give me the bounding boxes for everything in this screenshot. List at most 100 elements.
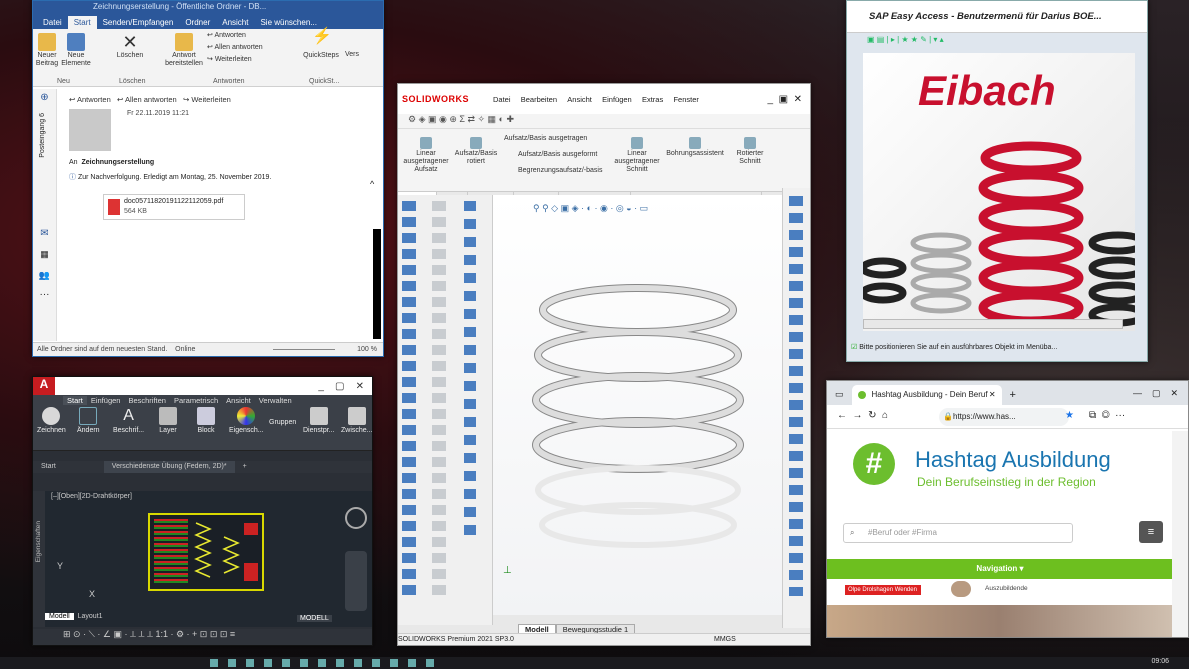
sap-toolbar[interactable]: ▣ ▤ | ▸ | ★ ★ ✎ | ▾ ▴ xyxy=(867,35,944,44)
new-post-button[interactable]: Neuer Beitrag xyxy=(35,31,59,68)
spring-sketch xyxy=(194,522,258,581)
viewport-label[interactable]: [–][Oben][2D-Drahtkörper] xyxy=(51,493,132,500)
modify-button[interactable]: Ändern xyxy=(77,407,100,434)
taskbar-app-icons[interactable] xyxy=(210,659,440,667)
reply-post-button[interactable]: Antwort bereitstellen xyxy=(163,31,205,68)
menu-einfuegen[interactable]: Einfügen xyxy=(602,95,632,104)
tab-ansicht[interactable]: Ansicht xyxy=(216,16,254,29)
close-tab-icon[interactable]: ✕ xyxy=(989,385,996,405)
quicksteps-button[interactable]: ⚡ QuickSteps xyxy=(301,29,341,60)
new-tab-icon[interactable]: + xyxy=(235,461,255,473)
menu-ansicht[interactable]: Ansicht xyxy=(567,95,592,104)
tab-senden[interactable]: Senden/Empfangen xyxy=(97,16,180,29)
edge-window-controls[interactable]: — ▢ ✕ xyxy=(1133,388,1178,399)
zoom-slider[interactable] xyxy=(273,349,335,350)
revolve-icon xyxy=(470,137,482,149)
lofted-boss-button[interactable]: Aufsatz/Basis ausgeformt xyxy=(518,151,597,159)
edge-scrollbar[interactable] xyxy=(1172,431,1188,637)
navigation-bar[interactable]: Navigation ▾ xyxy=(827,559,1173,579)
groups-button[interactable]: Gruppen xyxy=(269,419,296,426)
more-icon[interactable]: ··· xyxy=(33,289,56,300)
swept-boss-button[interactable]: Aufsatz/Basis ausgetragen xyxy=(504,135,587,143)
clipboard-button[interactable]: Zwische... xyxy=(341,407,372,434)
feature-icons-col1[interactable] xyxy=(402,201,416,601)
calendar-icon[interactable]: ▦ xyxy=(33,249,56,260)
eibach-springs-image: Eibach xyxy=(859,53,1147,331)
revolve-boss-button[interactable]: Aufsatz/Basis rotiert xyxy=(454,135,498,166)
toolbar-icons[interactable]: ⧉ ◎ ··· xyxy=(1089,410,1125,421)
forward-button[interactable]: ↪ Weiterleiten xyxy=(207,56,252,64)
tab-model[interactable]: Modell xyxy=(45,613,74,620)
reply-all-button[interactable]: ↩ Allen antworten xyxy=(207,44,263,52)
sap-hscrollbar[interactable] xyxy=(863,319,1123,329)
feature-icons-col2[interactable] xyxy=(432,201,446,601)
tab-layout1[interactable]: Layout1 xyxy=(74,613,107,620)
url-field[interactable]: 🔒 https://www.has... xyxy=(939,408,1069,426)
search-input[interactable]: ⌕ #Beruf oder #Firma xyxy=(843,523,1073,543)
layer-button[interactable]: Layer xyxy=(159,407,177,434)
annotate-button[interactable]: A Beschrif... xyxy=(113,407,144,434)
reading-reply-all-button[interactable]: ↩ Allen antworten xyxy=(117,95,177,104)
reply-button[interactable]: ↩ Antworten xyxy=(207,32,246,40)
viewcube-icon[interactable] xyxy=(345,507,367,529)
hamburger-menu-icon[interactable]: ≡ xyxy=(1139,521,1163,543)
delete-button[interactable]: ✕ Löschen xyxy=(115,31,145,60)
autocad-logo-icon[interactable]: A xyxy=(33,377,55,395)
tab-einfuegen[interactable]: Einfügen xyxy=(87,396,125,405)
tab-start[interactable]: Start xyxy=(67,16,97,29)
menu-fenster[interactable]: Fenster xyxy=(673,95,698,104)
doc-tab-start[interactable]: Start xyxy=(33,461,64,473)
reading-forward-button[interactable]: ↪ Weiterleiten xyxy=(183,95,231,104)
extrude-boss-button[interactable]: Linear ausgetragener Aufsatz xyxy=(402,135,450,174)
tab-start[interactable]: Start xyxy=(63,395,87,405)
doc-tab-drawing[interactable]: Verschiedenste Übung (Federn, 2D)* xyxy=(103,461,235,473)
sw-graphics-area[interactable]: ⚲ ⚲ ◇ ▣ ◈ · ◐ · ◉ · ◎ ◒ · ▭ ⊥ xyxy=(493,195,783,615)
menu-extras[interactable]: Extras xyxy=(642,95,663,104)
revolved-cut-button[interactable]: Rotierter Schnitt xyxy=(730,135,770,166)
tab-verwalten[interactable]: Verwalten xyxy=(255,396,296,405)
model-space-button[interactable]: MODELL xyxy=(297,615,332,622)
sketch-icons[interactable] xyxy=(789,196,803,596)
heads-up-toolbar[interactable]: ⚲ ⚲ ◇ ▣ ◈ · ◐ · ◉ · ◎ ◒ · ▭ xyxy=(533,203,648,214)
acad-statusbar[interactable]: ⊞ ⊙ · ⟍ · ∠ ▣ · ⟂ ⟂ ⟂ 1:1 · ⚙ · + ⊡ ⊡ ⊡ … xyxy=(33,629,372,645)
hashtag-logo-icon: # xyxy=(853,443,895,485)
draw-button[interactable]: Zeichnen xyxy=(37,407,66,434)
acad-window-controls[interactable]: _ ▢ ✕ xyxy=(318,381,364,392)
info-icon: ⓘ xyxy=(69,174,78,181)
tab-ordner[interactable]: Ordner xyxy=(179,16,216,29)
nav-icons[interactable]: ← → ↻ ⌂ xyxy=(837,410,888,421)
sap-title: SAP Easy Access - Benutzermenü für Dariu… xyxy=(869,11,1102,22)
properties-palette[interactable]: Eigenschaften xyxy=(33,491,45,627)
extrude-cut-button[interactable]: Linear ausgetragener Schnitt xyxy=(614,135,660,174)
tab-datei[interactable]: Datei xyxy=(37,16,68,29)
mail-icon[interactable]: ✉ xyxy=(33,228,56,239)
boundary-boss-button[interactable]: Begrenzungsaufsatz/-basis xyxy=(518,167,602,175)
attachment[interactable]: doc05711820191122112059.pdf 564 KB xyxy=(103,194,245,220)
favorite-star-icon[interactable]: ★ xyxy=(1065,410,1074,421)
expand-icon[interactable]: ⊕ xyxy=(33,92,56,103)
navigation-bar[interactable] xyxy=(345,551,367,611)
new-tab-icon[interactable]: + xyxy=(1010,389,1016,401)
properties-button[interactable]: Eigensch... xyxy=(229,407,264,434)
people-icon[interactable]: 👥 xyxy=(33,270,56,281)
reading-reply-button[interactable]: ↩ Antworten xyxy=(69,95,111,104)
block-button[interactable]: Block xyxy=(197,407,215,434)
tab-parametrisch[interactable]: Parametrisch xyxy=(170,396,222,405)
utilities-button[interactable]: Dienstpr... xyxy=(303,407,335,434)
hole-wizard-button[interactable]: Bohrungsassistent xyxy=(664,135,726,158)
menu-datei[interactable]: Datei xyxy=(493,95,511,104)
sw-window-controls[interactable]: _ ▣ ✕ xyxy=(767,94,802,105)
sw-toolbar-icons[interactable]: ⚙ ◈ ▣ ◉ ⊕ Σ ⇄ ✧ ▦ ◐ ✚ xyxy=(398,114,810,128)
tab-ansicht[interactable]: Ansicht xyxy=(222,396,255,405)
move-button[interactable]: Vers xyxy=(345,51,359,59)
tab-beschriften[interactable]: Beschriften xyxy=(124,396,170,405)
feature-icons-col3[interactable] xyxy=(464,201,476,541)
new-items-button[interactable]: Neue Elemente xyxy=(61,31,91,68)
browser-tab[interactable]: Hashtag Ausbildung - Dein Beruf ✕ xyxy=(851,385,1002,405)
units[interactable]: MMGS xyxy=(714,634,736,645)
menu-bearbeiten[interactable]: Bearbeiten xyxy=(521,95,557,104)
collapse-header-icon[interactable]: ^ xyxy=(370,179,374,189)
sap-header: SAP Easy Access - Benutzermenü für Dariu… xyxy=(847,1,1147,33)
tab-actions-icon[interactable]: ▭ xyxy=(835,389,844,400)
acad-drawing-area[interactable]: [–][Oben][2D-Drahtkörper] Y X xyxy=(45,491,372,627)
